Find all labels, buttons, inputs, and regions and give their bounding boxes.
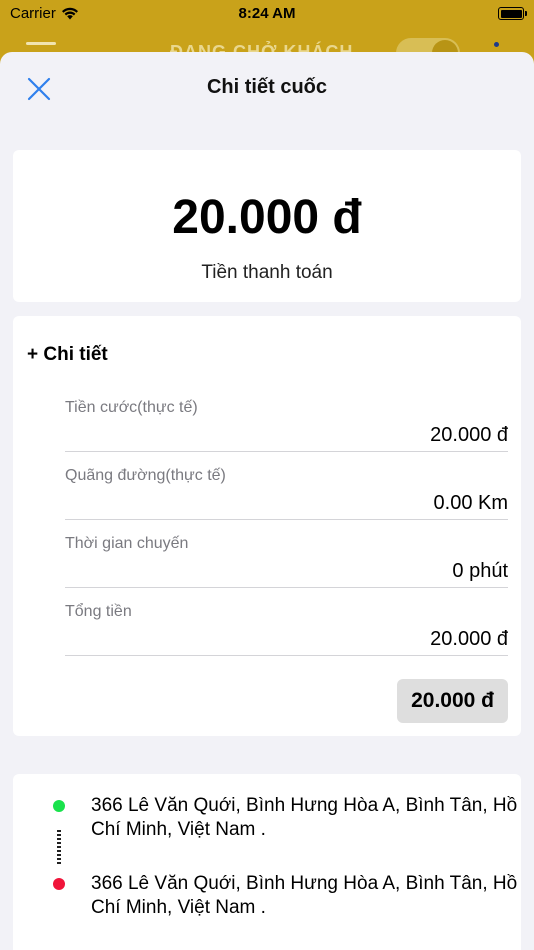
route-connector [57, 830, 61, 864]
total-badge: 20.000 đ [397, 679, 508, 723]
payment-summary-card: 20.000 đ Tiền thanh toán [13, 150, 521, 302]
pickup-dot-icon [53, 800, 65, 812]
duration-value: 0 phút [452, 560, 508, 582]
duration-row: Thời gian chuyến 0 phút [65, 520, 508, 588]
total-label: Tổng tiền [65, 603, 132, 620]
duration-label: Thời gian chuyến [65, 535, 189, 552]
distance-value: 0.00 Km [433, 492, 508, 514]
page-title: Chi tiết cuốc [206, 76, 327, 98]
battery-icon [498, 7, 527, 20]
distance-label: Quãng đường(thực tế) [65, 467, 226, 484]
route-card: 366 Lê Văn Quới, Bình Hưng Hòa A, Bình T… [13, 774, 521, 950]
distance-row: Quãng đường(thực tế) 0.00 Km [65, 452, 508, 520]
status-bar: Carrier 8:24 AM [0, 0, 534, 30]
total-row: Tổng tiền 20.000 đ [65, 588, 508, 656]
sheet-header: Chi tiết cuốc [0, 52, 534, 124]
fare-label: Tiền cước(thực tế) [65, 399, 198, 416]
trip-detail-sheet: Chi tiết cuốc 20.000 đ Tiền thanh toán +… [0, 52, 534, 950]
more-icon [494, 42, 499, 47]
fare-row: Tiền cước(thực tế) 20.000 đ [65, 384, 508, 452]
menu-icon [26, 42, 56, 45]
pickup-address: 366 Lê Văn Quới, Bình Hưng Hòa A, Bình T… [91, 795, 518, 840]
fare-value: 20.000 đ [430, 424, 508, 446]
clock: 8:24 AM [238, 5, 296, 22]
dropoff-dot-icon [53, 878, 65, 890]
detail-toggle[interactable]: + Chi tiết [27, 344, 108, 366]
total-value: 20.000 đ [430, 628, 508, 650]
dropoff-address: 366 Lê Văn Quới, Bình Hưng Hòa A, Bình T… [91, 873, 518, 918]
fare-detail-card: + Chi tiết Tiền cước(thực tế) 20.000 đ Q… [13, 316, 521, 736]
payment-amount: 20.000 đ [172, 191, 362, 244]
payment-caption: Tiền thanh toán [201, 262, 333, 283]
